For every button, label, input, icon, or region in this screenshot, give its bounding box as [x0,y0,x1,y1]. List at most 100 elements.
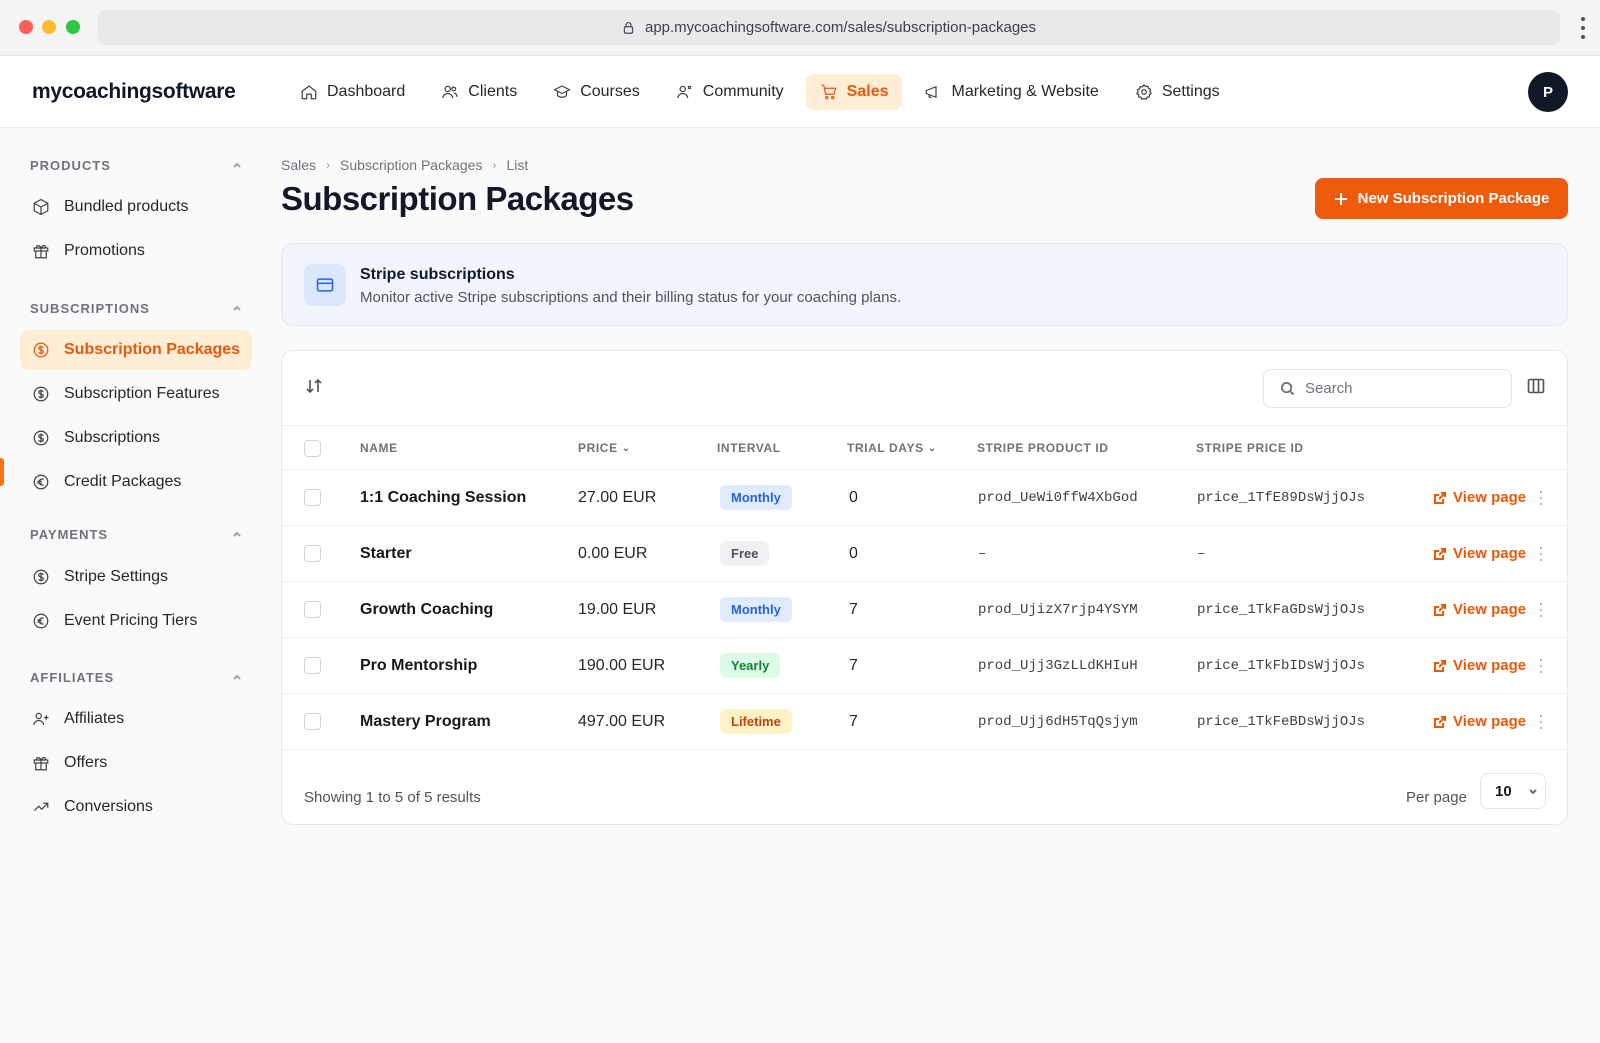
main-nav: Dashboard Clients Courses Community Sale… [286,74,1234,110]
nav-marketing[interactable]: Marketing & Website [910,74,1112,110]
section-payments[interactable]: PAYMENTS [30,524,242,544]
per-page-select[interactable]: 10 [1480,773,1546,809]
trial-days: 7 [849,713,858,730]
credit-card-icon [304,264,346,306]
sidebar-item-stripe-settings[interactable]: Stripe Settings [20,557,252,597]
select-all-checkbox[interactable] [304,440,321,457]
sidebar-item-subscriptions[interactable]: Subscriptions [20,418,252,458]
nav-courses[interactable]: Courses [539,74,654,110]
column-interval[interactable]: INTERVAL [717,441,781,455]
view-page-label: View page [1453,489,1527,506]
cart-icon [821,84,837,100]
columns-icon[interactable] [1527,377,1547,397]
view-page-label: View page [1453,601,1527,618]
stripe-product-id: prod_UjizX7rjp4YSYM [978,602,1138,618]
table-row[interactable]: 1:1 Coaching Session 27.00 EUR Monthly 0… [282,470,1567,526]
breadcrumb-sales[interactable]: Sales [281,157,316,173]
column-stripe-price-id[interactable]: STRIPE PRICE ID [1196,441,1304,455]
section-subscriptions[interactable]: SUBSCRIPTIONS [30,298,242,318]
package-name[interactable]: Growth Coaching [360,601,493,619]
column-price[interactable]: PRICE ⌄ [578,441,631,455]
home-icon [301,85,317,100]
nav-label: Clients [468,83,518,100]
row-checkbox[interactable] [304,489,321,506]
sidebar-item-label: Subscription Features [64,385,220,402]
row-menu-icon[interactable] [1538,547,1544,561]
section-title: PRODUCTS [30,157,111,173]
sidebar-item-event-pricing-tiers[interactable]: Event Pricing Tiers [20,601,252,641]
sort-caret-icon: ⌄ [621,442,631,454]
section-title: AFFILIATES [30,669,115,685]
maximize-window-button[interactable] [66,20,80,34]
dollar-circle-icon [33,342,49,358]
graduation-cap-icon [553,85,572,98]
breadcrumb: Sales › Subscription Packages › List [281,157,528,173]
nav-community[interactable]: Community [662,74,798,110]
user-plus-icon [33,712,49,726]
sort-icon[interactable] [304,376,324,396]
row-menu-icon[interactable] [1538,603,1544,617]
view-page-link[interactable]: View page [1433,545,1526,562]
external-link-icon [1434,659,1446,672]
table-row[interactable]: Pro Mentorship 190.00 EUR Yearly 7 prod_… [282,638,1567,694]
external-link-icon [1434,603,1446,616]
nav-settings[interactable]: Settings [1121,74,1234,110]
table-row[interactable]: Mastery Program 497.00 EUR Lifetime 7 pr… [282,694,1567,750]
sidebar-item-offers[interactable]: Offers [20,743,252,783]
sidebar-item-subscription-features[interactable]: Subscription Features [20,374,252,414]
column-trial-days[interactable]: TRIAL DAYS ⌄ [847,441,937,455]
package-name[interactable]: Starter [360,545,412,563]
view-page-link[interactable]: View page [1433,713,1526,730]
info-title: Stripe subscriptions [360,266,515,283]
row-checkbox[interactable] [304,601,321,618]
sidebar-item-subscription-packages[interactable]: Subscription Packages [20,330,252,370]
sidebar-item-conversions[interactable]: Conversions [20,787,252,827]
breadcrumb-subscription-packages[interactable]: Subscription Packages [340,157,482,173]
stripe-price-id: price_1TkFbIDsWjjOJs [1197,658,1366,674]
external-link-icon [1434,491,1446,504]
sidebar-item-credit-packages[interactable]: Credit Packages [20,462,252,502]
package-name[interactable]: Pro Mentorship [360,657,477,675]
nav-clients[interactable]: Clients [427,74,531,110]
column-name[interactable]: NAME [360,441,398,455]
section-affiliates[interactable]: AFFILIATES [30,667,242,687]
column-stripe-product-id[interactable]: STRIPE PRODUCT ID [977,441,1109,455]
address-bar[interactable]: app.mycoachingsoftware.com/sales/subscri… [98,10,1560,45]
brand-logo[interactable]: mycoachingsoftware [32,80,236,104]
nav-sales[interactable]: Sales [805,74,903,110]
search-input[interactable] [1305,380,1485,397]
new-subscription-package-button[interactable]: New Subscription Package [1315,178,1568,219]
sort-caret-icon: ⌄ [927,442,937,454]
view-page-label: View page [1453,713,1527,730]
row-checkbox[interactable] [304,657,321,674]
minimize-window-button[interactable] [42,20,56,34]
close-window-button[interactable] [19,20,33,34]
row-checkbox[interactable] [304,713,321,730]
package-name[interactable]: Mastery Program [360,713,491,731]
row-menu-icon[interactable] [1538,659,1544,673]
nav-dashboard[interactable]: Dashboard [286,74,419,110]
stripe-price-id: price_1TfE89DsWjjOJs [1197,490,1366,506]
trial-days: 7 [849,657,858,674]
view-page-link[interactable]: View page [1433,657,1526,674]
table-row[interactable]: Growth Coaching 19.00 EUR Monthly 7 prod… [282,582,1567,638]
view-page-link[interactable]: View page [1433,489,1526,506]
table-row[interactable]: Starter 0.00 EUR Free 0 – – View page [282,526,1567,582]
browser-menu-icon[interactable] [1580,17,1586,39]
sidebar-item-promotions[interactable]: Promotions [20,231,252,271]
package-name[interactable]: 1:1 Coaching Session [360,489,526,507]
column-label: TRIAL DAYS [847,441,924,455]
trial-days: 0 [849,489,858,506]
view-page-link[interactable]: View page [1433,601,1526,618]
sidebar-item-affiliates[interactable]: Affiliates [20,699,252,739]
section-products[interactable]: PRODUCTS [30,155,242,175]
sidebar-item-label: Promotions [64,242,145,259]
search-field[interactable] [1263,369,1512,408]
row-checkbox[interactable] [304,545,321,562]
avatar[interactable]: P [1528,72,1568,112]
interval-badge: Monthly [720,597,792,622]
package-price: 27.00 EUR [578,489,657,506]
row-menu-icon[interactable] [1538,715,1544,729]
sidebar-item-bundled-products[interactable]: Bundled products [20,187,252,227]
row-menu-icon[interactable] [1538,491,1544,505]
